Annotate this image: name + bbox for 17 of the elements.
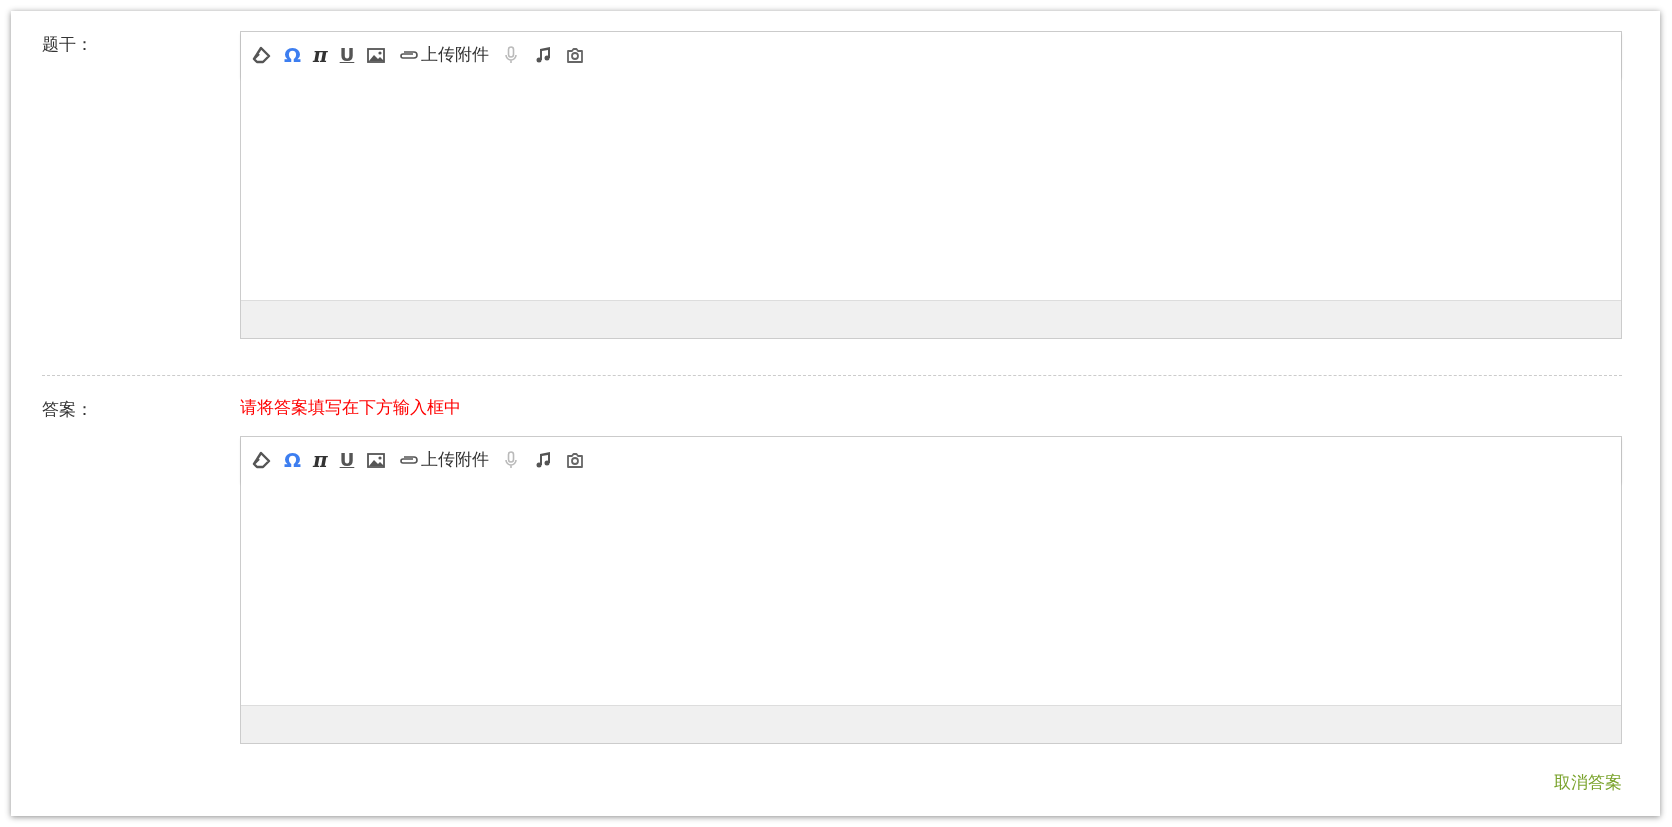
upload-attachment-button[interactable]: 上传附件 (395, 445, 493, 474)
field-label: 题干： (42, 33, 94, 56)
paperclip-icon (398, 48, 419, 61)
rich-text-editor[interactable]: Ω π U 上传附件 (240, 436, 1622, 744)
pi-button[interactable]: π (310, 40, 331, 69)
omega-button[interactable]: Ω (281, 445, 304, 474)
upload-attachment-button[interactable]: 上传附件 (395, 40, 493, 69)
rich-text-editor[interactable]: Ω π U 上传附件 (240, 31, 1622, 339)
field-label: 答案： (42, 398, 94, 421)
underline-button[interactable]: U (336, 40, 358, 69)
pi-button[interactable]: π (310, 445, 331, 474)
answer-hint: 请将答案填写在下方输入框中 (240, 396, 462, 419)
eraser-icon (252, 44, 272, 65)
omega-button[interactable]: Ω (281, 40, 304, 69)
paperclip-icon (398, 453, 419, 466)
eraser-icon (252, 449, 272, 470)
underline-button[interactable]: U (336, 445, 358, 474)
